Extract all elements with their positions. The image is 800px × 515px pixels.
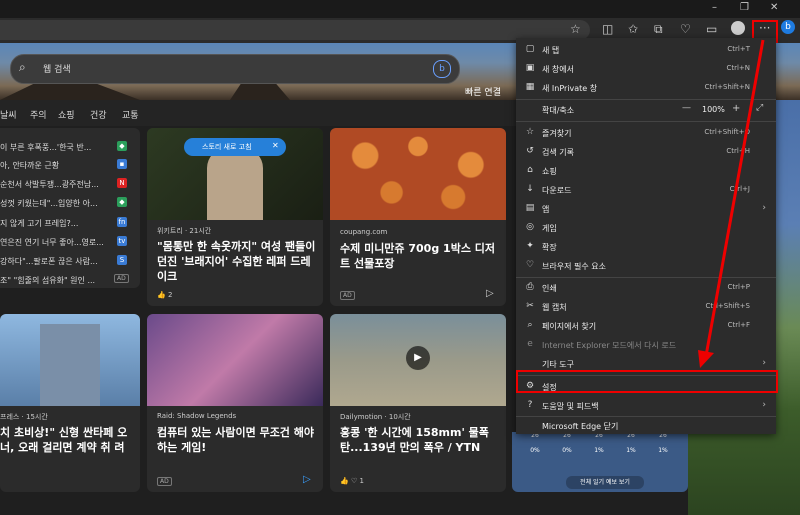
annotation-arrow [698, 39, 765, 368]
